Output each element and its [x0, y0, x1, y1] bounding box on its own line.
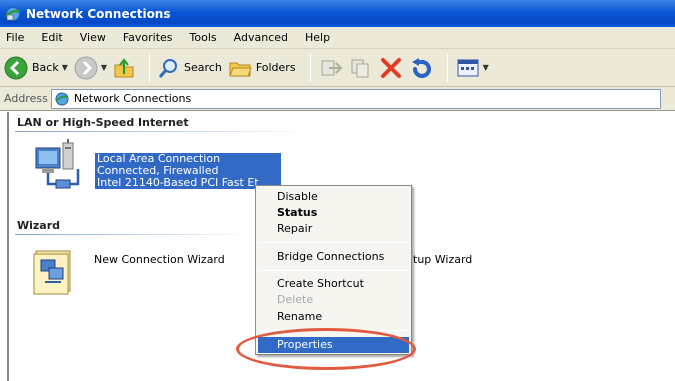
up-folder-button[interactable]	[113, 57, 135, 79]
back-button[interactable]: Back ▼	[4, 56, 68, 80]
forward-button[interactable]: ▼	[74, 56, 107, 80]
menu-item-disable[interactable]: Disable	[258, 189, 409, 205]
address-value: Network Connections	[73, 92, 192, 105]
menu-edit[interactable]: Edit	[41, 31, 62, 44]
undo-button[interactable]	[409, 57, 433, 79]
copy-to-button[interactable]	[349, 57, 373, 79]
menu-item-delete: Delete	[277, 293, 314, 306]
connection-device: Intel 21140-Based PCI Fast Et	[97, 177, 259, 189]
move-to-icon	[321, 60, 342, 75]
folders-button[interactable]: Folders	[228, 57, 296, 79]
connection-status: Connected, Firewalled	[97, 165, 219, 177]
folders-icon	[229, 62, 252, 76]
menu-separator	[259, 270, 408, 271]
undo-icon	[411, 57, 431, 78]
network-connections-icon	[5, 6, 21, 21]
network-connections-icon	[55, 92, 69, 105]
address-label: Address	[4, 92, 48, 105]
up-folder-icon	[114, 57, 134, 77]
back-label: Back	[32, 61, 59, 74]
menu-item-create-shortcut[interactable]: Create Shortcut	[258, 276, 409, 292]
delete-button[interactable]	[379, 57, 403, 79]
toolbar-separator	[149, 53, 151, 82]
toolbar: Back ▼ ▼ Search Folders ▼	[0, 49, 675, 87]
delete-x-icon	[380, 57, 401, 78]
views-button[interactable]: ▼	[456, 57, 489, 79]
folders-label: Folders	[255, 61, 296, 74]
title-bar: Network Connections	[0, 0, 675, 27]
toolbar-separator	[309, 53, 311, 82]
address-input[interactable]: Network Connections	[50, 88, 661, 109]
chevron-down-icon[interactable]: ▼	[101, 63, 107, 72]
menu-advanced[interactable]: Advanced	[234, 31, 288, 44]
setup-wizard-label[interactable]: tup Wizard	[413, 253, 472, 266]
menu-file[interactable]: File	[6, 31, 24, 44]
menu-bar: File Edit View Favorites Tools Advanced …	[0, 27, 675, 49]
menu-help[interactable]: Help	[305, 31, 330, 44]
copy-to-icon	[351, 59, 369, 77]
search-icon	[158, 58, 178, 78]
menu-tools[interactable]: Tools	[190, 31, 217, 44]
search-button[interactable]: Search	[158, 57, 222, 79]
group-header-wizard: Wizard	[17, 219, 61, 232]
menu-item-bridge-connections[interactable]: Bridge Connections	[258, 249, 409, 265]
menu-item-rename[interactable]: Rename	[258, 309, 409, 325]
window-title: Network Connections	[26, 6, 171, 21]
chevron-down-icon[interactable]: ▼	[62, 63, 68, 72]
move-to-button[interactable]	[319, 57, 343, 79]
menu-item-status[interactable]: Status	[258, 205, 409, 221]
back-arrow-icon	[4, 56, 28, 79]
toolbar-separator	[446, 53, 448, 82]
connection-name: Local Area Connection	[97, 153, 221, 165]
group-divider	[15, 234, 255, 235]
views-icon	[457, 59, 479, 76]
address-bar: Address Network Connections	[0, 87, 675, 111]
menu-separator	[259, 242, 408, 243]
highlight-circle-annotation	[236, 328, 416, 370]
group-header-lan: LAN or High-Speed Internet	[17, 116, 189, 129]
chevron-down-icon[interactable]: ▼	[483, 63, 489, 72]
group-divider	[15, 131, 315, 132]
network-connection-icon[interactable]	[30, 138, 90, 196]
search-label: Search	[184, 61, 222, 74]
new-connection-wizard-icon[interactable]	[33, 248, 75, 296]
menu-item-repair[interactable]: Repair	[258, 221, 409, 237]
forward-arrow-icon	[74, 56, 98, 79]
menu-favorites[interactable]: Favorites	[123, 31, 173, 44]
connection-item-local-area[interactable]: Local Area Connection Connected, Firewal…	[95, 153, 281, 189]
new-connection-wizard-label[interactable]: New Connection Wizard	[94, 253, 225, 266]
menu-view[interactable]: View	[80, 31, 106, 44]
